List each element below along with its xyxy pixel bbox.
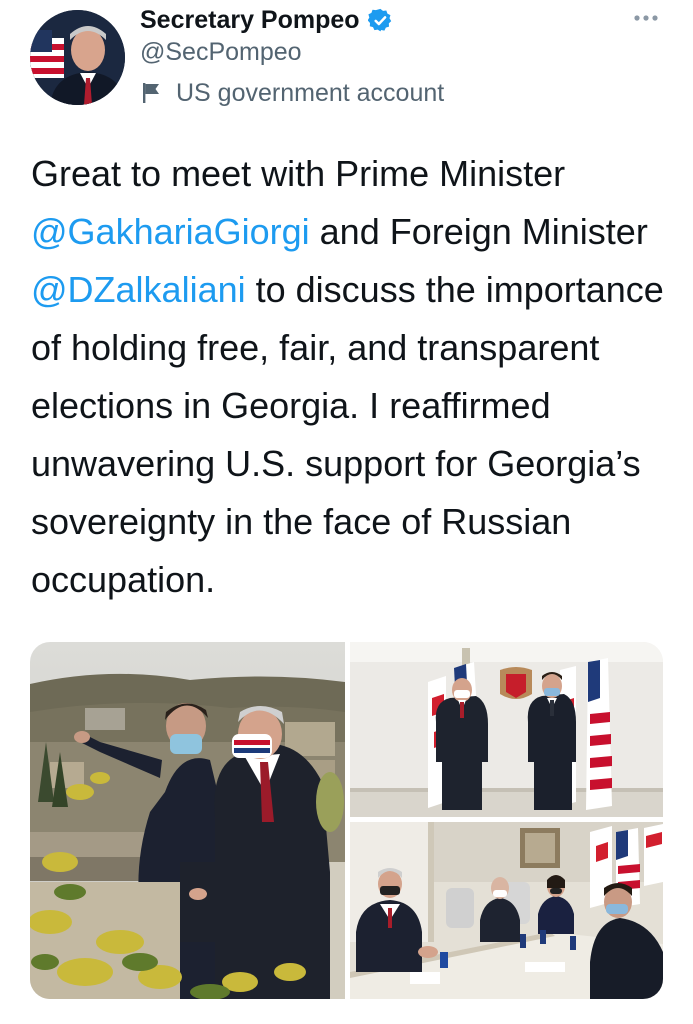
more-options-button[interactable] [633,8,659,28]
mention-link-gakhariagiorgi[interactable]: @GakhariaGiorgi [31,211,310,252]
mention-link-dzalkaliani[interactable]: @DZalkaliani [31,269,246,310]
media-photo-balcony[interactable] [30,642,345,999]
tweet-text-segment: to discuss the importance of holding fre… [31,269,664,600]
tweet-text-segment: Great to meet with Prime Minister [31,153,566,194]
author-handle[interactable]: @SecPompeo [140,38,302,67]
verified-badge-icon [367,8,391,31]
media-photo-flags[interactable] [350,642,663,817]
media-grid [30,642,663,999]
flag-icon [143,83,159,103]
account-label-row[interactable]: US government account [142,76,444,110]
author-display-name[interactable]: Secretary Pompeo [140,6,360,35]
media-photo-meeting[interactable] [350,822,663,999]
tweet-text: Great to meet with Prime Minister @Gakha… [31,145,671,609]
author-name-row: Secretary Pompeo [140,4,393,36]
tweet-text-segment: and Foreign Minister [309,211,648,252]
avatar[interactable] [30,10,125,105]
more-options-icon [634,15,658,21]
account-label: US government account [176,78,445,107]
